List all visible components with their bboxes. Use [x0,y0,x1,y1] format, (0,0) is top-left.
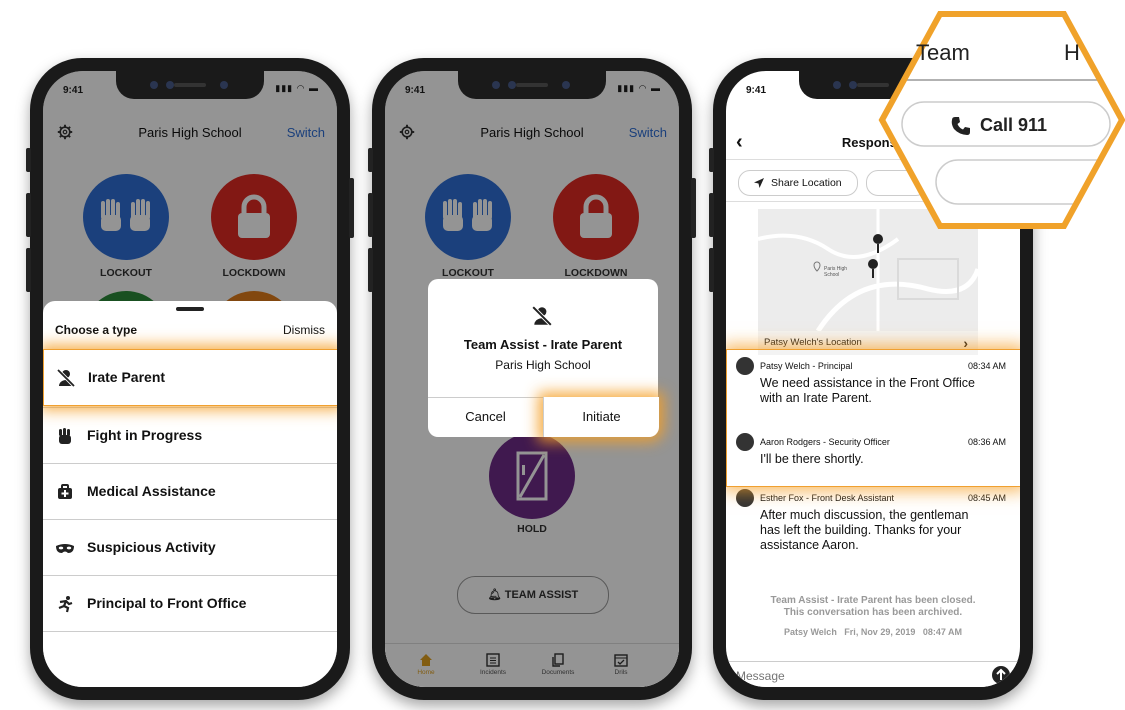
message-bar [726,661,1020,687]
type-item-medical[interactable]: Medical Assistance [43,463,337,519]
type-item-suspicious[interactable]: Suspicious Activity [43,519,337,575]
avatar [736,433,754,451]
message-time: 08:36 AM [967,437,1006,447]
initiate-button[interactable]: Initiate [543,397,659,437]
dialog-title: Team Assist - Irate Parent [463,337,623,352]
call-911-label: Call 911 [980,115,1048,135]
message-text: We need assistance in the Front Office w… [760,376,975,405]
message-time: 08:34 AM [967,361,1006,371]
running-person-icon [58,596,73,613]
fist-icon [59,428,71,444]
person-slash-icon [531,305,553,327]
call-911-callout: Team H Call 911 [878,10,1125,230]
status-time: 9:41 [405,85,426,96]
location-row[interactable]: Patsy Welch's Location › [758,331,978,355]
type-item-irate-parent[interactable]: Irate Parent [43,349,337,406]
confirm-dialog: Team Assist - Irate Parent Paris High Sc… [428,279,659,437]
location-label: Patsy Welch's Location [764,337,862,348]
type-item-fight[interactable]: Fight in Progress [43,407,337,463]
dialog-subtitle: Paris High School [495,358,591,372]
closed-note-2: This conversation has been archived. [783,607,963,618]
message-author: Aaron Rodgers - Security Officer [760,437,890,447]
dismiss-button[interactable]: Dismiss [283,323,325,337]
map-place-label: Paris High School [824,266,848,278]
status-icons: ▮▮▮ ◠ ▬ [275,83,319,93]
status-icons: ▮▮▮ ◠ ▬ [617,83,661,93]
phone-icon [951,117,970,135]
type-item-label: Suspicious Activity [87,539,216,555]
phone-2: 9:41 ▮▮▮ ◠ ▬ Paris High School Switch LO… [368,58,696,700]
screen-2: 9:41 ▮▮▮ ◠ ▬ Paris High School Switch LO… [385,71,679,687]
location-arrow-icon [754,178,764,188]
share-location-label: Share Location [771,177,842,189]
type-item-label: Fight in Progress [87,427,203,443]
person-slash-icon [56,368,76,388]
type-item-principal[interactable]: Principal to Front Office [43,575,337,632]
closed-notice: Team Assist - Irate Parent has been clos… [726,595,1020,619]
message-text: After much discussion, the gentleman has… [760,508,969,552]
phone-1: 9:41 ▮▮▮ ◠ ▬ Paris High School Switch LO… [26,58,354,700]
h-tab-partial[interactable]: H [1064,40,1080,66]
type-item-label: Irate Parent [88,369,166,385]
grab-handle[interactable] [176,307,204,311]
type-item-label: Medical Assistance [87,483,216,499]
cancel-button[interactable]: Cancel [428,397,543,437]
avatar [736,357,754,375]
type-item-label: Principal to Front Office [87,595,247,611]
chevron-right-icon: › [963,335,968,351]
message-author: Patsy Welch - Principal [760,361,853,371]
status-time: 9:41 [63,85,84,96]
closed-by: Patsy Welch Fri, Nov 29, 2019 08:47 AM [783,627,963,637]
team-tab-partial[interactable]: Team [916,40,970,66]
avatar [736,489,754,507]
call-911-button[interactable]: Call 911 [938,113,1088,139]
type-sheet: Choose a type Dismiss Irate Parent Fight… [43,301,337,687]
message-time: 08:45 AM [967,493,1006,503]
message-author: Esther Fox - Front Desk Assistant [760,493,895,503]
screen-1: 9:41 ▮▮▮ ◠ ▬ Paris High School Switch LO… [43,71,337,687]
send-arrow-icon[interactable] [992,666,1010,684]
message-input[interactable] [734,666,968,686]
mask-icon [56,544,74,553]
closed-note-1: Team Assist - Irate Parent has been clos… [770,595,976,606]
status-time: 9:41 [746,85,767,96]
message-text: I'll be there shortly. [760,452,864,466]
sheet-title: Choose a type [55,323,138,337]
medical-kit-icon [58,484,72,499]
share-location-button[interactable]: Share Location [738,170,858,196]
